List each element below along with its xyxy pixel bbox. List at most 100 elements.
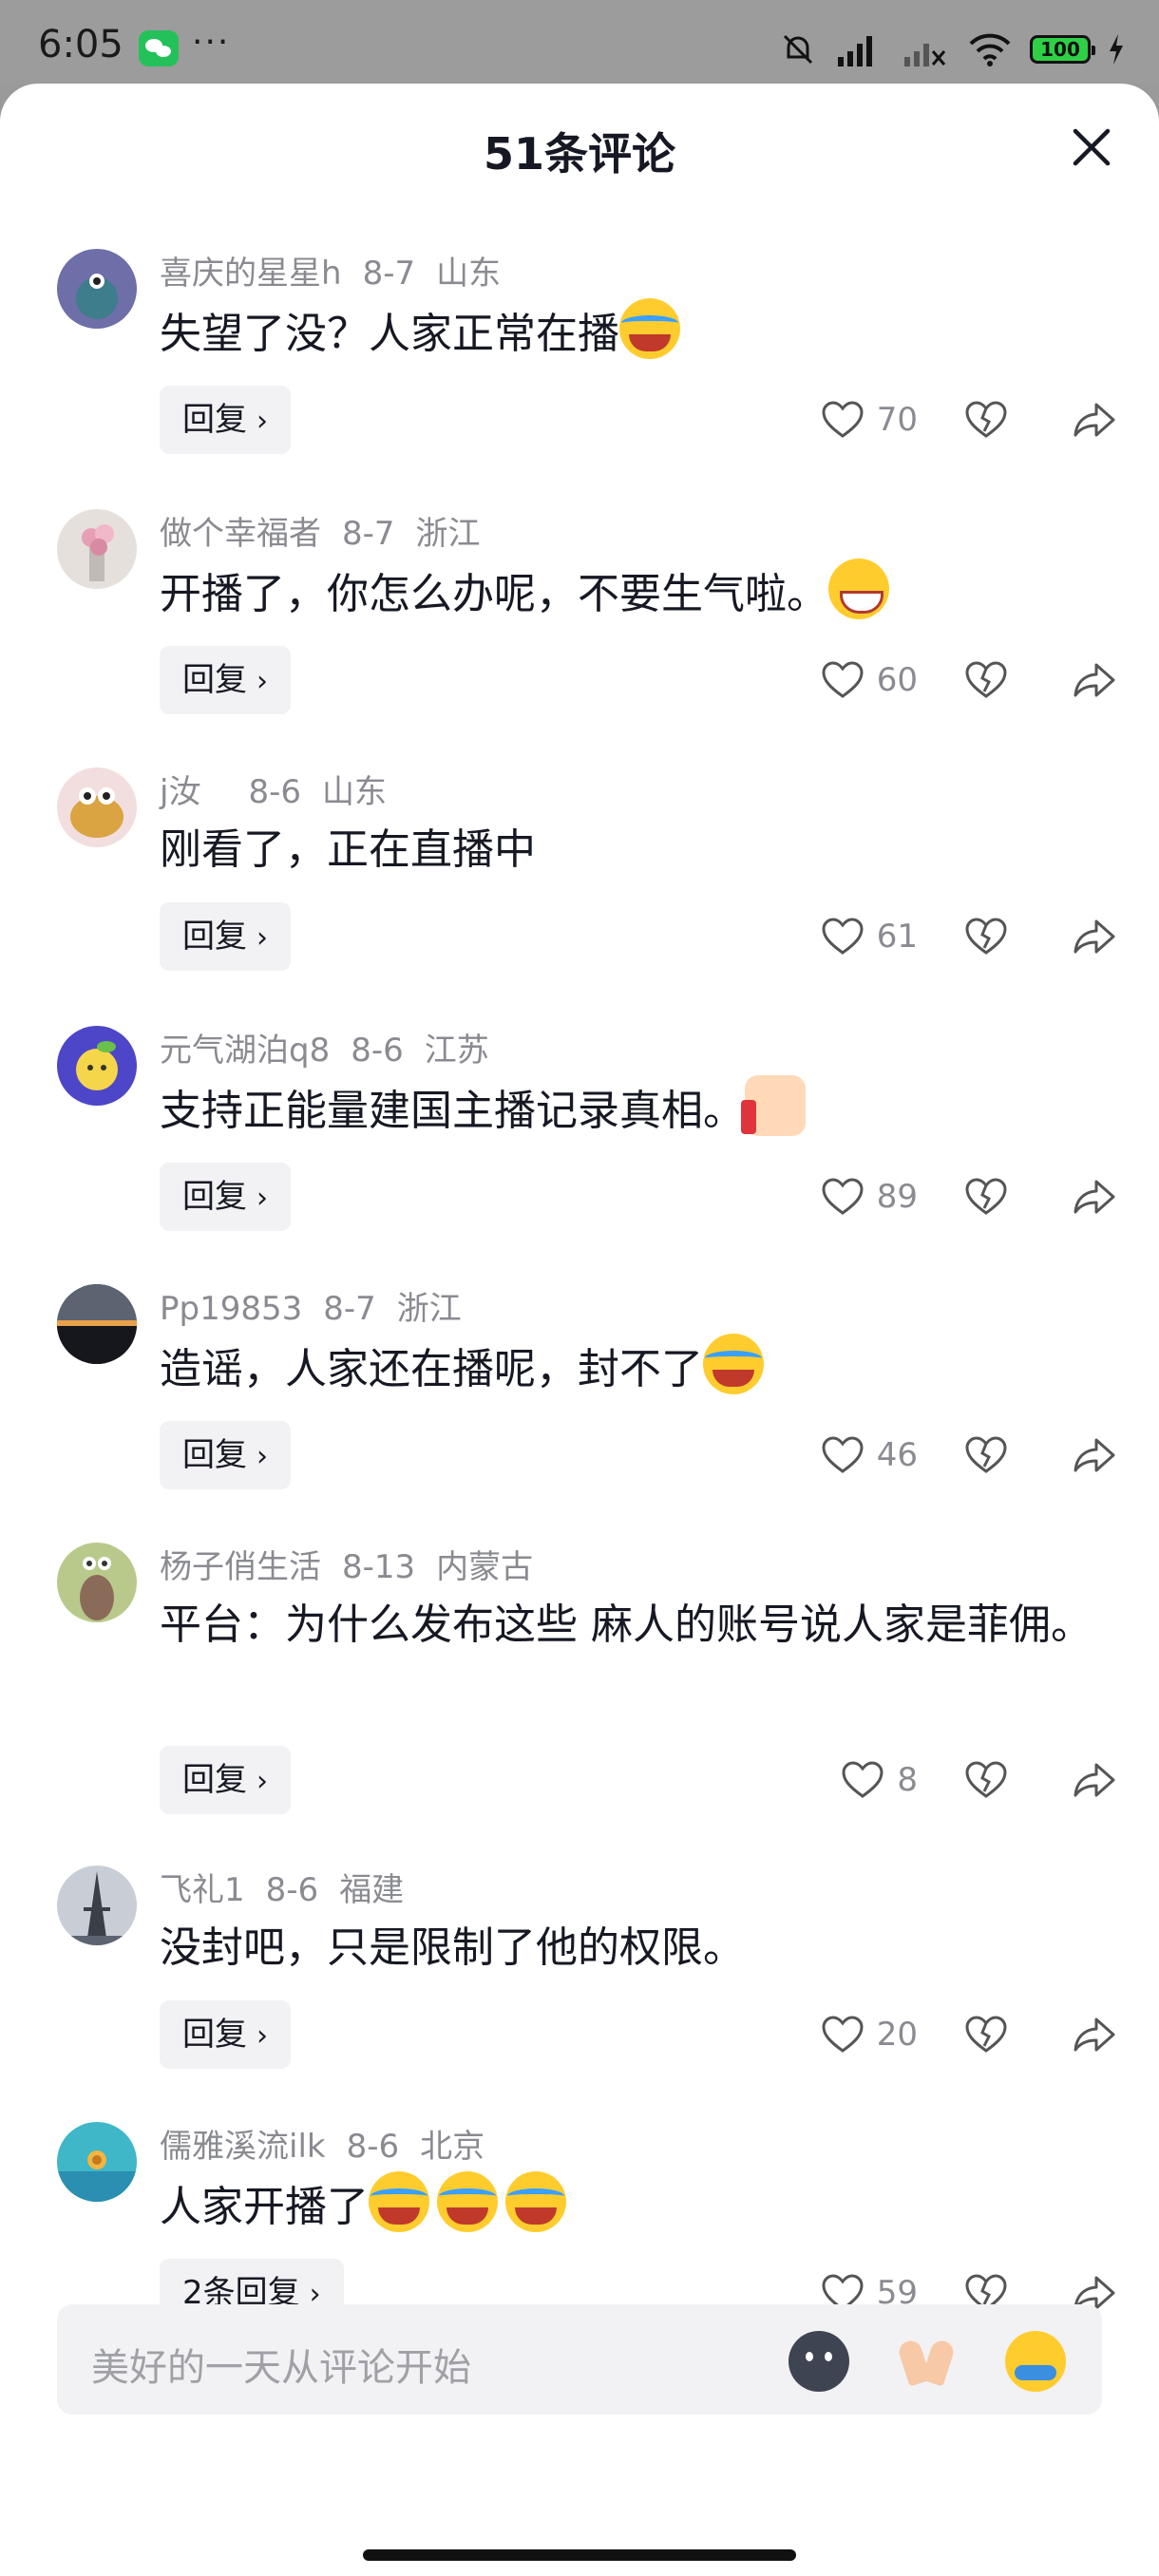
share-arrow-icon[interactable] (1072, 914, 1117, 959)
comment-username[interactable]: 飞礼1 (160, 1871, 245, 1909)
broken-heart-icon[interactable] (963, 2012, 1009, 2057)
comment-username[interactable]: 元气湖泊q8 (160, 1032, 330, 1070)
laughing-crying-emoji (437, 2171, 498, 2232)
broken-heart-icon[interactable] (963, 1174, 1009, 1220)
status-time: 6:05 (38, 23, 124, 66)
comment-item: 杨子俏生活 8-13 内蒙古 平台：为什么发布这些 麻人的账号说人家是菲佣。 回复 ›… (0, 1543, 1159, 1818)
share-arrow-icon[interactable] (1072, 657, 1117, 703)
comment-actions: 70 (785, 386, 1117, 454)
comment-text: 支持正能量建国主播记录真相。 (160, 1075, 1100, 1145)
reply-button[interactable]: 回复 › (160, 2000, 291, 2069)
comment-username[interactable]: Pp19853 (160, 1290, 302, 1328)
mute-bell-icon (783, 34, 813, 65)
heart-icon (822, 1178, 864, 1215)
chevron-right-icon: › (256, 921, 268, 955)
reply-button[interactable]: 回复 › (160, 902, 291, 971)
broken-heart-icon[interactable] (963, 397, 1009, 443)
chevron-right-icon: › (256, 1440, 268, 1473)
comment-meta: j汝 8-6 山东 (160, 766, 408, 812)
comment-meta: 元气湖泊q8 8-6 江苏 (160, 1024, 510, 1070)
share-arrow-icon[interactable] (1072, 2012, 1117, 2057)
clapping-hands-emoji-icon[interactable] (897, 2331, 958, 2392)
share-arrow-icon[interactable] (1072, 1174, 1117, 1220)
avatar[interactable] (57, 1866, 137, 1945)
signal-x-icon (904, 44, 946, 66)
broken-heart-icon[interactable] (963, 1757, 1009, 1803)
like-button[interactable]: 89 (785, 1174, 918, 1220)
signal-hd-icon (838, 36, 872, 66)
broken-heart-icon[interactable] (963, 914, 1009, 959)
comment-username[interactable]: 杨子俏生活 (160, 1548, 321, 1586)
comment-region: 江苏 (424, 1032, 489, 1070)
wechat-icon (139, 30, 179, 66)
chevron-right-icon: › (256, 665, 268, 698)
like-count: 89 (876, 1178, 918, 1216)
reply-button[interactable]: 回复 › (160, 386, 291, 454)
comment-date: 8-7 (342, 515, 395, 553)
comment-text: 开播了，你怎么办呢，不要生气啦。 (160, 559, 1100, 628)
comment-actions: 46 (785, 1421, 1117, 1489)
reply-label: 回复 (182, 1436, 247, 1474)
like-button[interactable]: 46 (785, 1432, 918, 1478)
broken-heart-icon[interactable] (963, 1432, 1009, 1478)
comment-input-placeholder: 美好的一天从评论开始 (91, 2346, 471, 2390)
like-button[interactable]: 60 (785, 657, 918, 703)
reply-button[interactable]: 回复 › (160, 646, 291, 714)
avatar[interactable] (57, 2122, 137, 2202)
close-icon[interactable] (1068, 123, 1115, 171)
broken-heart-icon[interactable] (963, 657, 1009, 703)
dark-face-emoji-icon[interactable] (788, 2331, 849, 2392)
chevron-right-icon: › (256, 1182, 268, 1215)
comment-date: 8-6 (265, 1871, 319, 1909)
comment-meta: 喜庆的星星h 8-7 山东 (160, 247, 522, 294)
comment-meta: Pp19853 8-7 浙江 (160, 1282, 483, 1329)
comment-body: 没封吧，只是限制了他的权限。 (160, 1923, 745, 1972)
like-button[interactable]: 61 (785, 914, 918, 959)
avatar[interactable] (57, 767, 137, 847)
share-arrow-icon[interactable] (1072, 1757, 1117, 1803)
battery-level: 100 (1040, 38, 1080, 61)
comment-username[interactable]: 喜庆的星星h (160, 255, 342, 293)
comment-username[interactable]: 儒雅溪流ilk (160, 2128, 326, 2166)
like-count: 61 (876, 918, 918, 956)
chevron-right-icon: › (256, 1765, 268, 1798)
wifi-icon (969, 33, 1011, 66)
share-arrow-icon[interactable] (1072, 1432, 1117, 1478)
reply-label: 回复 (182, 401, 247, 439)
laughing-crying-emoji (369, 2171, 429, 2232)
avatar[interactable] (57, 1543, 137, 1622)
comment-username[interactable]: 做个幸福者 (160, 515, 321, 553)
like-count: 70 (876, 401, 918, 439)
reply-button[interactable]: 回复 › (160, 1163, 291, 1231)
reply-button[interactable]: 回复 › (160, 1746, 291, 1814)
comment-text: 没封吧，只是限制了他的权限。 (160, 1915, 1100, 1981)
comment-meta: 做个幸福者 8-7 浙江 (160, 507, 502, 554)
comment-body: 支持正能量建国主播记录真相。 (160, 1087, 745, 1135)
chevron-right-icon: › (256, 2019, 268, 2053)
heart-icon (822, 2016, 864, 2053)
avatar[interactable] (57, 509, 137, 589)
comment-text: 刚看了，正在直播中 (160, 817, 1100, 883)
like-count: 60 (876, 661, 918, 699)
comments-sheet: 51条评论 喜庆的星星h 8-7 山东 失望了没？人家正常在播 回复 › 70 做个幸… (0, 84, 1159, 2576)
home-indicator[interactable] (363, 2549, 796, 2561)
reply-button[interactable]: 回复 › (160, 1421, 291, 1489)
comment-actions: 8 (785, 1746, 1117, 1814)
like-count: 8 (897, 1761, 918, 1799)
like-button[interactable]: 20 (785, 2012, 918, 2057)
thumbs-up-emoji (741, 1075, 806, 1136)
avatar[interactable] (57, 249, 137, 329)
like-button[interactable]: 8 (785, 1757, 918, 1803)
share-arrow-icon[interactable] (1072, 397, 1117, 443)
comment-username[interactable]: j汝 (160, 773, 200, 811)
comment-date: 8-13 (342, 1548, 416, 1586)
comment-region: 北京 (420, 2128, 485, 2166)
comment-body: 失望了没？人家正常在播 (160, 310, 619, 358)
like-button[interactable]: 70 (785, 397, 918, 443)
comment-actions: 89 (785, 1163, 1117, 1231)
crying-face-emoji-icon[interactable] (1005, 2331, 1066, 2392)
avatar[interactable] (57, 1284, 137, 1364)
comment-input[interactable]: 美好的一天从评论开始 (57, 2304, 1102, 2415)
laughing-crying-emoji (703, 1334, 764, 1394)
avatar[interactable] (57, 1026, 137, 1106)
